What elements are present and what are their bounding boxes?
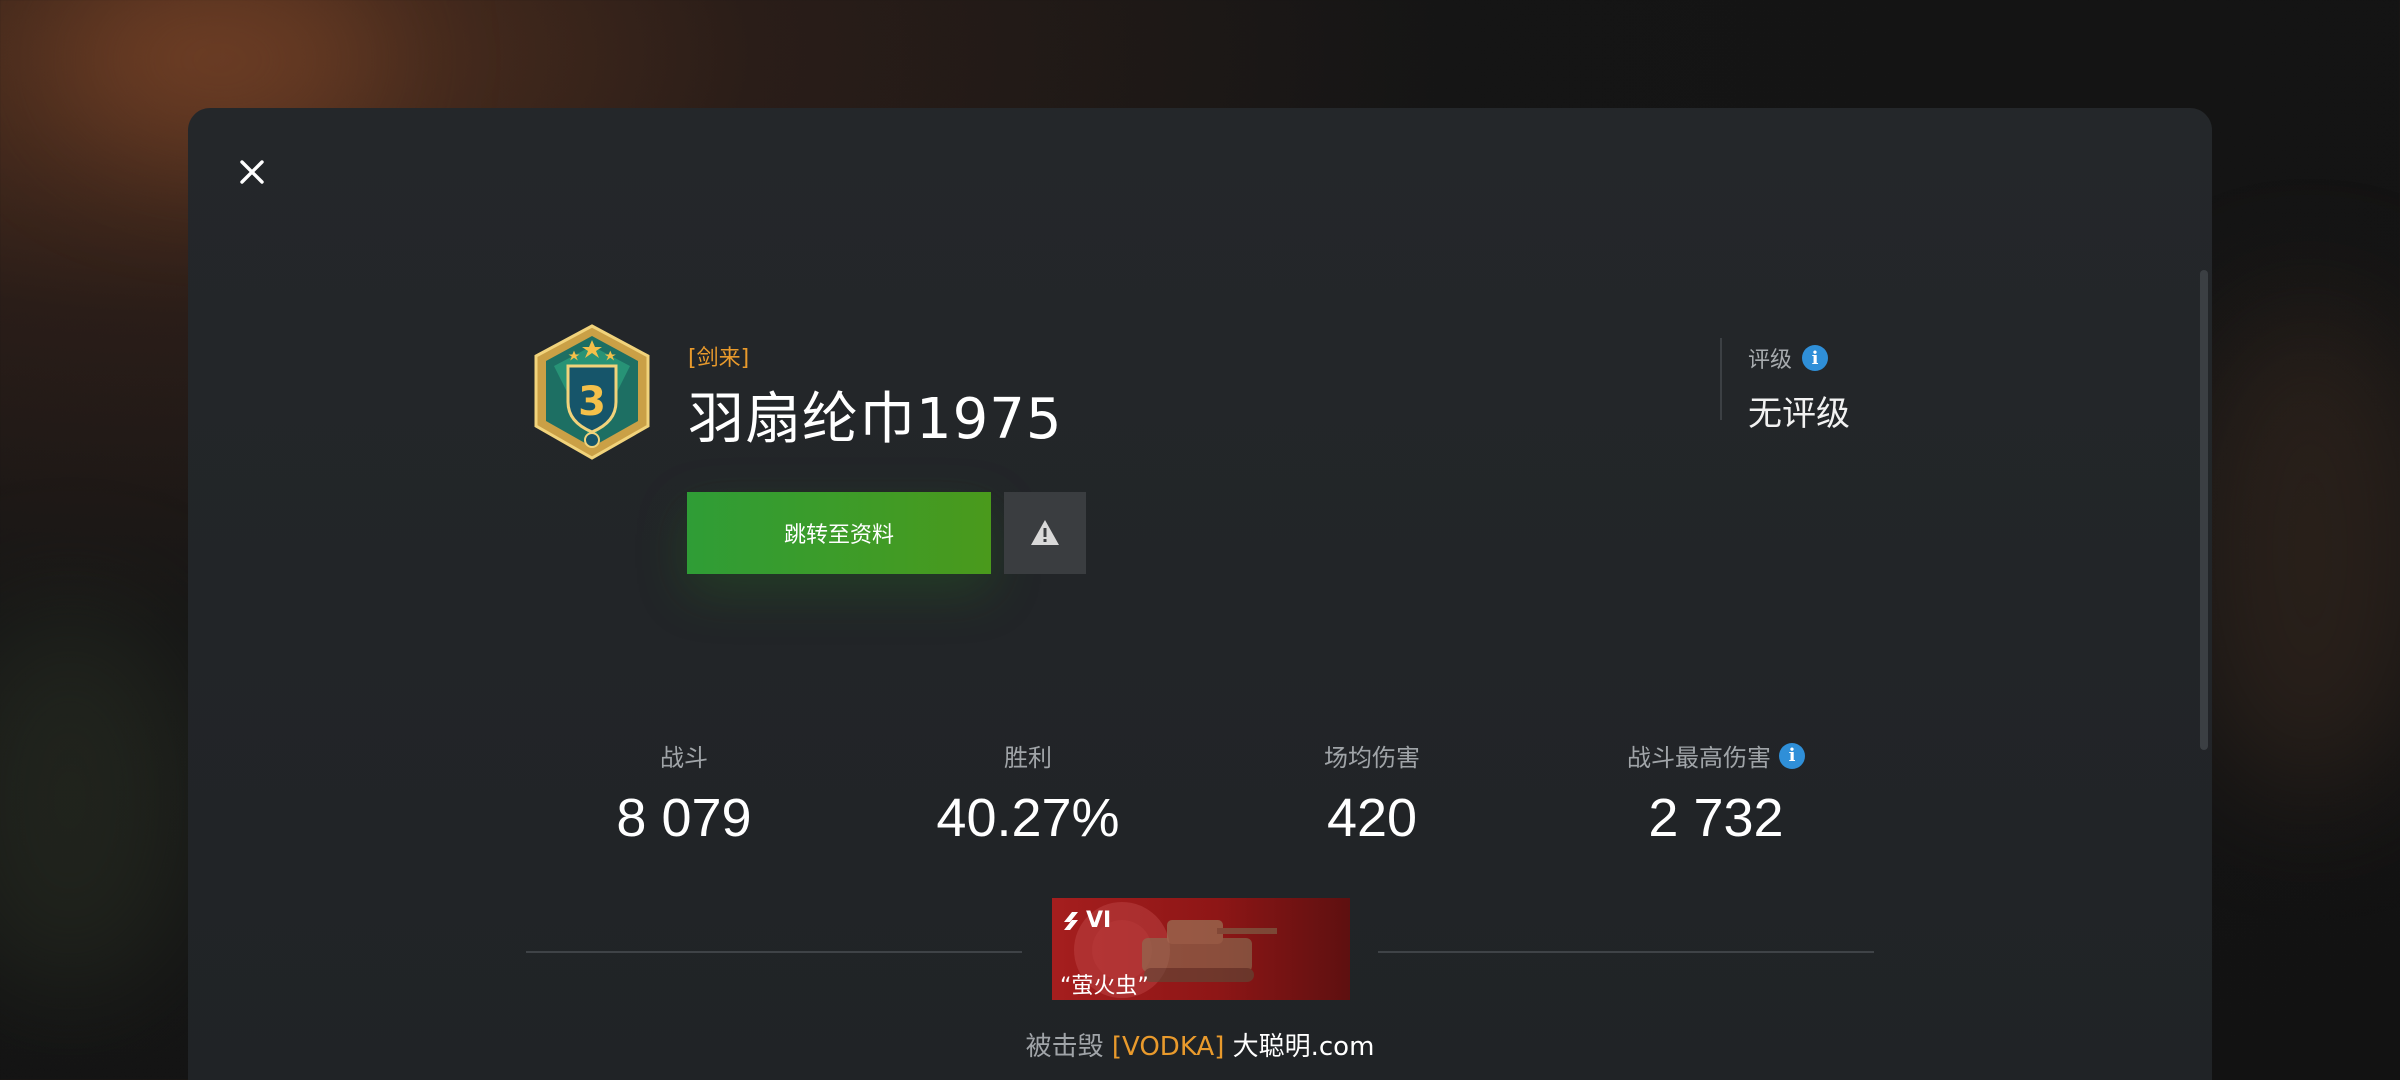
stat-winrate: 胜利 40.27% xyxy=(868,738,1188,849)
warning-icon xyxy=(1031,520,1059,545)
stat-value: 40.27% xyxy=(936,788,1120,848)
killed-by-label: 被击毁 xyxy=(1025,1032,1104,1062)
stat-value: 8 079 xyxy=(616,788,752,848)
badge-level-text: 3 xyxy=(578,379,606,425)
rating-value: 无评级 xyxy=(1748,394,1850,434)
rating-label: 评级 xyxy=(1748,348,1793,373)
player-name: 羽扇纶巾1975 xyxy=(688,387,1063,452)
info-icon[interactable]: i xyxy=(1802,345,1829,371)
stat-max-damage: 战斗最高伤害 i 2 732 xyxy=(1556,738,1876,849)
stat-value: 2 732 xyxy=(1648,788,1784,848)
stat-label: 战斗最高伤害 xyxy=(1627,744,1771,772)
scrollbar[interactable] xyxy=(2200,270,2208,750)
close-button[interactable] xyxy=(234,154,270,190)
info-icon[interactable]: i xyxy=(1779,742,1805,769)
stat-label: 胜利 xyxy=(1004,744,1052,772)
backdrop-glow-left xyxy=(0,600,200,1000)
stat-battles: 战斗 8 079 xyxy=(524,738,844,849)
stat-label: 场均伤害 xyxy=(1324,744,1420,772)
divider-line-right xyxy=(1378,951,1874,953)
rating-divider xyxy=(1720,338,1722,420)
killer-clan-tag: [VODKA] xyxy=(1111,1032,1225,1062)
killer-name[interactable]: 大聪明.com xyxy=(1233,1032,1375,1062)
rank-badge-icon: 3 xyxy=(530,322,654,462)
tank-tier-label: VI xyxy=(1086,908,1112,933)
stat-value: 420 xyxy=(1326,788,1418,848)
killed-by-row: 被击毁 [VODKA] 大聪明.com xyxy=(188,1026,2212,1063)
backdrop-glow-right xyxy=(2180,300,2400,800)
divider-line-left xyxy=(526,951,1022,953)
stat-label: 战斗 xyxy=(660,744,708,772)
tank-name: “萤火虫” xyxy=(1060,974,1149,999)
close-icon[interactable] xyxy=(234,154,270,190)
tier-chevron-icon xyxy=(1064,911,1078,930)
clan-tag: [剑来] xyxy=(688,346,750,371)
tank-card[interactable]: VI “萤火虫” xyxy=(1052,898,1350,1000)
rating-label-row: 评级 i xyxy=(1748,342,1829,374)
go-to-profile-button[interactable]: 跳转至资料 xyxy=(687,492,991,574)
report-button[interactable] xyxy=(1004,492,1086,574)
player-info-modal: 3 [剑来] 羽扇纶巾1975 评级 i 无评级 跳转至资料 战斗 8 079 … xyxy=(188,108,2212,1080)
stat-avg-damage: 场均伤害 420 xyxy=(1212,738,1532,849)
tank-tier: VI xyxy=(1062,908,1111,933)
